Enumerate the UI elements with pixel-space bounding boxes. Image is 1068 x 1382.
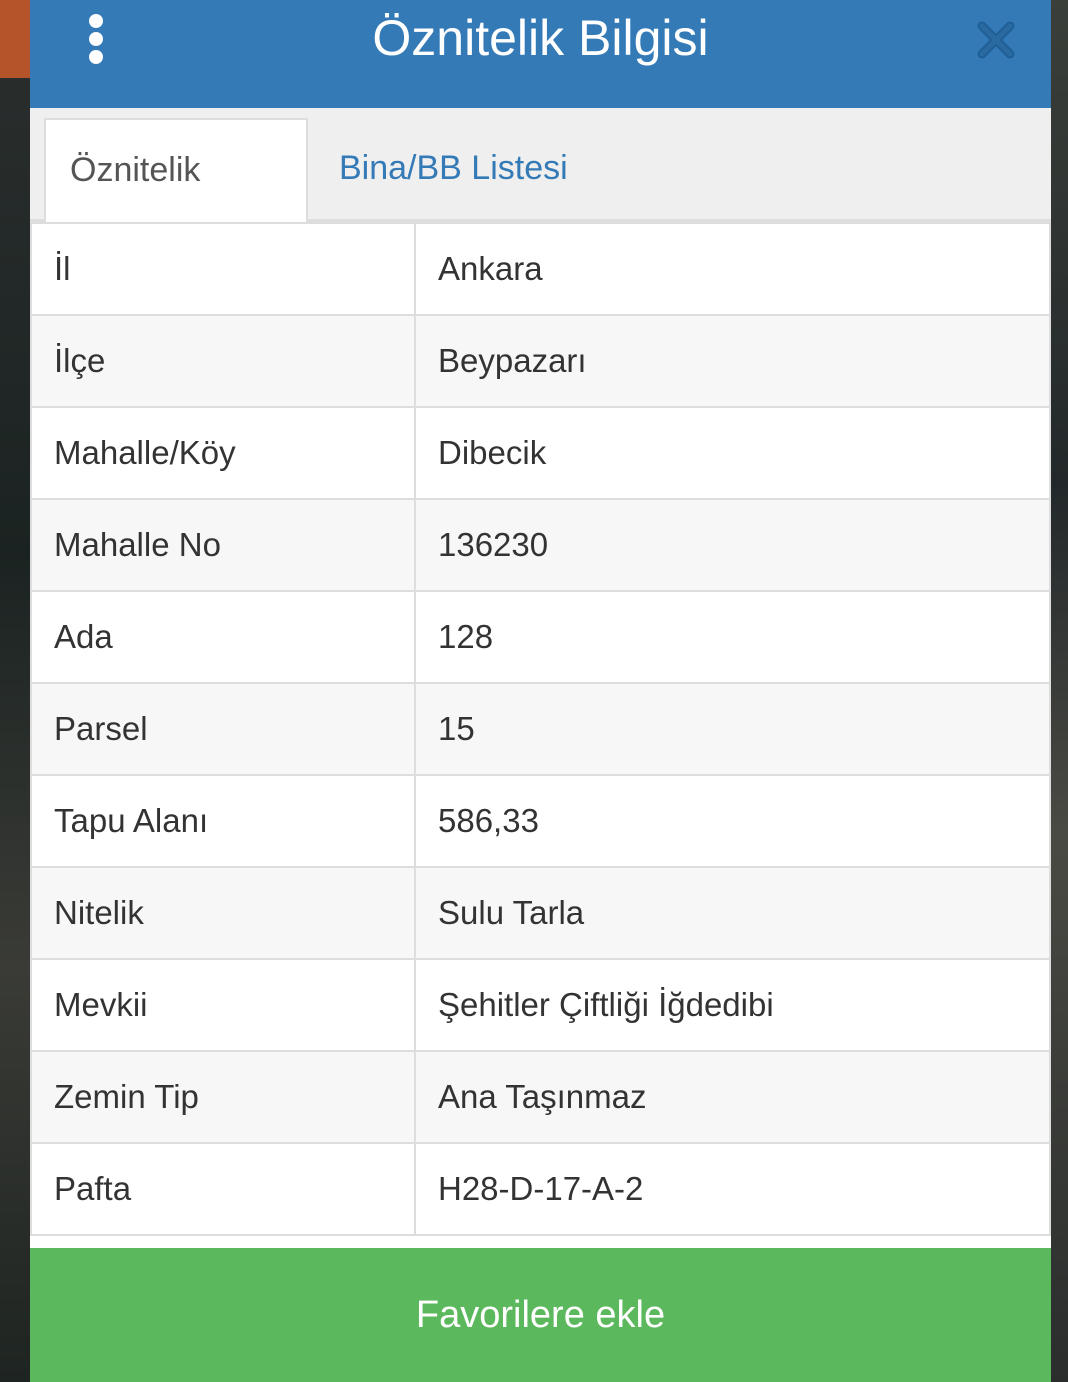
attribute-key: Mevkii	[30, 958, 416, 1052]
attribute-key: Mahalle No	[30, 498, 416, 592]
attribute-value: Beypazarı	[414, 314, 1051, 408]
table-row: Parsel 15	[30, 682, 1051, 776]
attribute-key: Ada	[30, 590, 416, 684]
attribute-value: H28-D-17-A-2	[414, 1142, 1051, 1236]
map-background-right	[1050, 0, 1068, 1382]
table-row: Tapu Alanı 586,33	[30, 774, 1051, 868]
attribute-value: 136230	[414, 498, 1051, 592]
attribute-value: Ana Taşınmaz	[414, 1050, 1051, 1144]
attribute-value: Ankara	[414, 222, 1051, 316]
table-row: Nitelik Sulu Tarla	[30, 866, 1051, 960]
attribute-table: İl Ankara İlçe Beypazarı Mahalle/Köy Dibecik M…	[30, 222, 1051, 1236]
table-row: Pafta H28-D-17-A-2	[30, 1142, 1051, 1236]
tab-attribute-info[interactable]: Öznitelik Bilgisi	[44, 118, 308, 289]
table-row: Mevkii Şehitler Çiftliği İğdedibi	[30, 958, 1051, 1052]
table-row: İlçe Beypazarı	[30, 314, 1051, 408]
attribute-info-dialog: Öznitelik Bilgisi Öznitelik Bilgisi Bina…	[30, 0, 1051, 1382]
attribute-value: Dibecik	[414, 406, 1051, 500]
attribute-key: Pafta	[30, 1142, 416, 1236]
attribute-key: Nitelik	[30, 866, 416, 960]
attribute-key: İl	[30, 222, 416, 316]
attribute-value: 586,33	[414, 774, 1051, 868]
map-background-accent	[0, 0, 30, 78]
attribute-key: Zemin Tip	[30, 1050, 416, 1144]
attribute-key: Tapu Alanı	[30, 774, 416, 868]
tab-bar: Öznitelik Bilgisi Bina/BB Listesi	[30, 108, 1051, 289]
attribute-value: 15	[414, 682, 1051, 776]
attribute-value: Sulu Tarla	[414, 866, 1051, 960]
table-row: Mahalle/Köy Dibecik	[30, 406, 1051, 500]
add-to-favorites-button[interactable]: Favorilere ekle	[30, 1248, 1051, 1382]
attribute-value: 128	[414, 590, 1051, 684]
close-icon[interactable]	[974, 18, 1018, 62]
attribute-key: Mahalle/Köy	[30, 406, 416, 500]
dialog-title: Öznitelik Bilgisi	[372, 10, 709, 66]
attribute-key: Parsel	[30, 682, 416, 776]
attribute-key: İlçe	[30, 314, 416, 408]
table-row: Ada 128	[30, 590, 1051, 684]
dialog-header: Öznitelik Bilgisi	[30, 0, 1051, 108]
attribute-value: Şehitler Çiftliği İğdedibi	[414, 958, 1051, 1052]
table-row: Mahalle No 136230	[30, 498, 1051, 592]
tab-building-list[interactable]: Bina/BB Listesi	[315, 118, 592, 222]
table-row: Zemin Tip Ana Taşınmaz	[30, 1050, 1051, 1144]
map-background-left	[0, 0, 30, 1382]
table-row: İl Ankara	[30, 222, 1051, 316]
